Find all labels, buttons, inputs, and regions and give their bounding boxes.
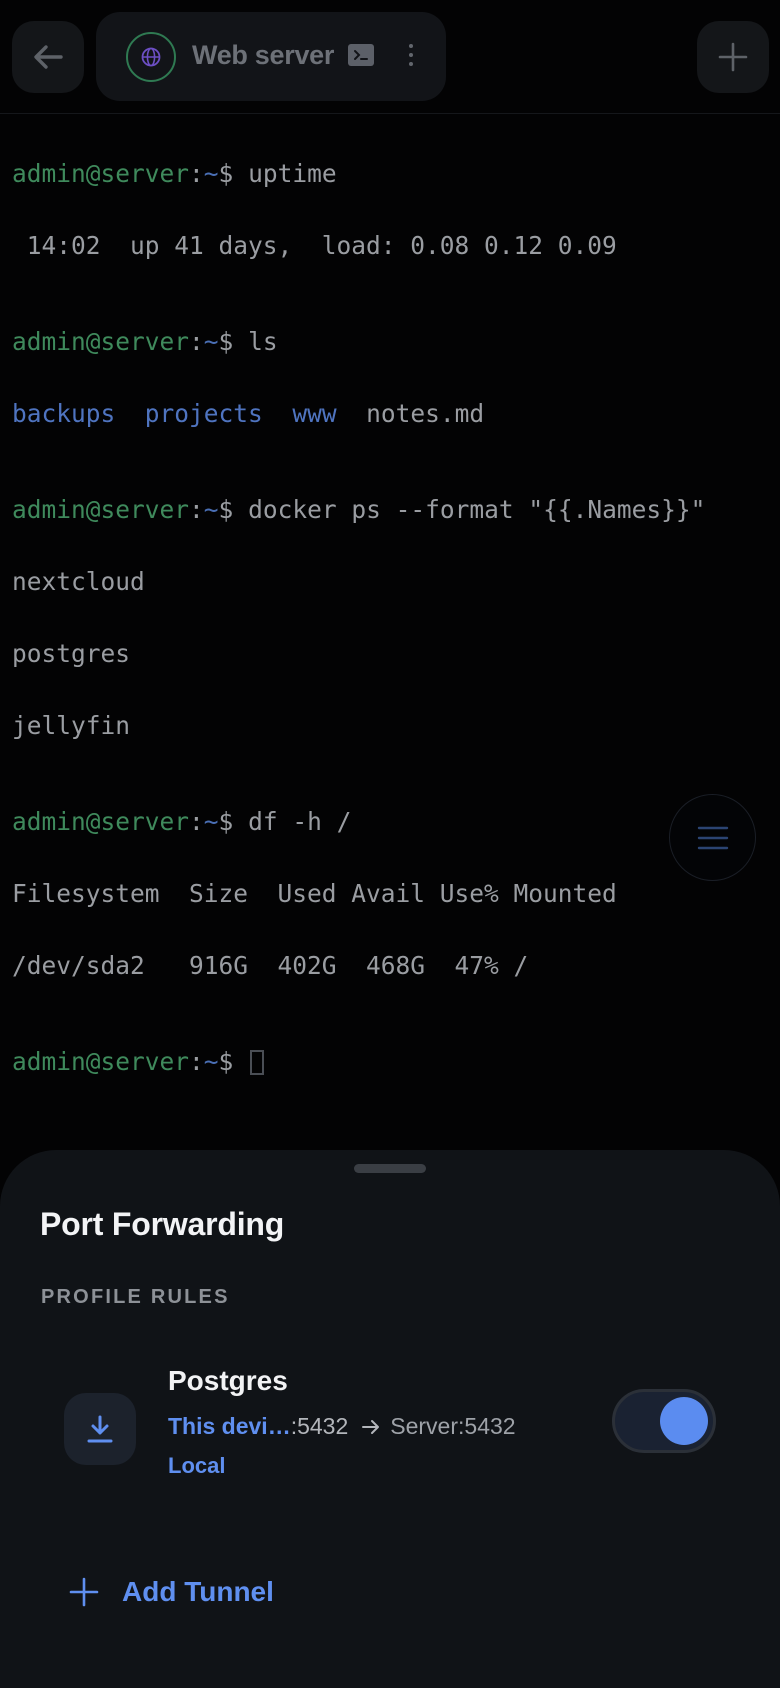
rule-destination: Server:5432 <box>390 1413 516 1439</box>
globe-icon <box>126 32 176 82</box>
prompt-symbol: $ <box>218 327 234 356</box>
terminal-line: admin@server:~$ ls <box>12 327 278 356</box>
port-forwarding-sheet: Port Forwarding PROFILE RULES Postgres T… <box>0 1150 780 1688</box>
session-tab[interactable]: Web server <box>96 12 446 101</box>
sheet-title: Port Forwarding <box>40 1206 285 1242</box>
terminal-line: admin@server:~$ docker ps --format "{{.N… <box>12 495 706 524</box>
rule-source-port: :5432 <box>290 1413 349 1439</box>
arrow-left-icon <box>34 45 63 69</box>
terminal-line: postgres <box>12 639 131 668</box>
file-entry: notes.md <box>366 399 485 428</box>
terminal-line: /dev/sda2 916G 402G 468G 47% / <box>12 951 529 980</box>
directory-entry: projects <box>144 399 263 428</box>
terminal-line: admin@server:~$ df -h / <box>12 807 352 836</box>
section-label: PROFILE RULES <box>41 1286 230 1308</box>
prompt-user: admin@server <box>12 807 190 836</box>
rule-source-host: This devi… <box>168 1413 291 1439</box>
rule-type: Local <box>168 1453 226 1478</box>
terminal-cursor <box>250 1050 265 1075</box>
rule-enabled-toggle[interactable] <box>612 1389 716 1453</box>
terminal-line: admin@server:~$ <box>12 1047 772 1076</box>
prompt-path: ~ <box>203 159 219 188</box>
new-session-button[interactable] <box>697 21 769 93</box>
download-icon <box>64 1393 136 1465</box>
rule-route: This devi… :5432 Server:5432 <box>168 1413 516 1440</box>
terminal-icon <box>348 44 374 66</box>
directory-entry: www <box>292 399 337 428</box>
terminal-line: admin@server:~$ uptime <box>12 159 337 188</box>
prompt-path: ~ <box>203 1047 219 1076</box>
terminal-line: 14:02 up 41 days, load: 0.08 0.12 0.09 <box>12 231 617 260</box>
arrow-right-icon <box>362 1419 380 1435</box>
add-tunnel-label: Add Tunnel <box>122 1576 274 1607</box>
prompt-user: admin@server <box>12 495 190 524</box>
prompt-user: admin@server <box>12 159 190 188</box>
terminal-menu-button[interactable] <box>669 794 756 881</box>
prompt-path: ~ <box>203 327 219 356</box>
plus-icon <box>718 42 748 72</box>
prompt-path: ~ <box>203 807 219 836</box>
terminal-output[interactable]: admin@server:~$ uptime 14:02 up 41 days,… <box>12 114 772 1098</box>
terminal-line: nextcloud <box>12 567 145 596</box>
rule-name: Postgres <box>168 1365 288 1396</box>
prompt-symbol: $ <box>218 1047 234 1076</box>
back-button[interactable] <box>12 21 84 93</box>
terminal-line: jellyfin <box>12 711 131 740</box>
command-text: docker ps --format "{{.Names}}" <box>248 495 706 524</box>
prompt-symbol: $ <box>218 807 234 836</box>
session-title: Web server <box>192 40 335 70</box>
directory-entry: backups <box>12 399 116 428</box>
terminal-line: Filesystem Size Used Avail Use% Mounted <box>12 879 617 908</box>
prompt-path: ~ <box>203 495 219 524</box>
command-text: df -h / <box>248 807 352 836</box>
add-tunnel-button[interactable]: Add Tunnel <box>68 1570 274 1614</box>
port-rule-row[interactable]: Postgres This devi… :5432 Server:5432 Lo… <box>40 1357 740 1507</box>
command-text: ls <box>248 327 278 356</box>
prompt-user: admin@server <box>12 327 190 356</box>
prompt-user: admin@server <box>12 1047 190 1076</box>
command-text: uptime <box>248 159 337 188</box>
terminal-line: backups projects www notes.md <box>12 399 772 428</box>
top-bar: Web server <box>0 0 780 114</box>
hamburger-menu-icon <box>697 826 728 849</box>
prompt-symbol: $ <box>218 495 234 524</box>
sheet-drag-handle[interactable] <box>354 1164 426 1173</box>
plus-icon <box>68 1576 100 1608</box>
more-options-icon[interactable] <box>406 40 416 70</box>
prompt-symbol: $ <box>218 159 234 188</box>
toggle-knob <box>660 1397 708 1445</box>
